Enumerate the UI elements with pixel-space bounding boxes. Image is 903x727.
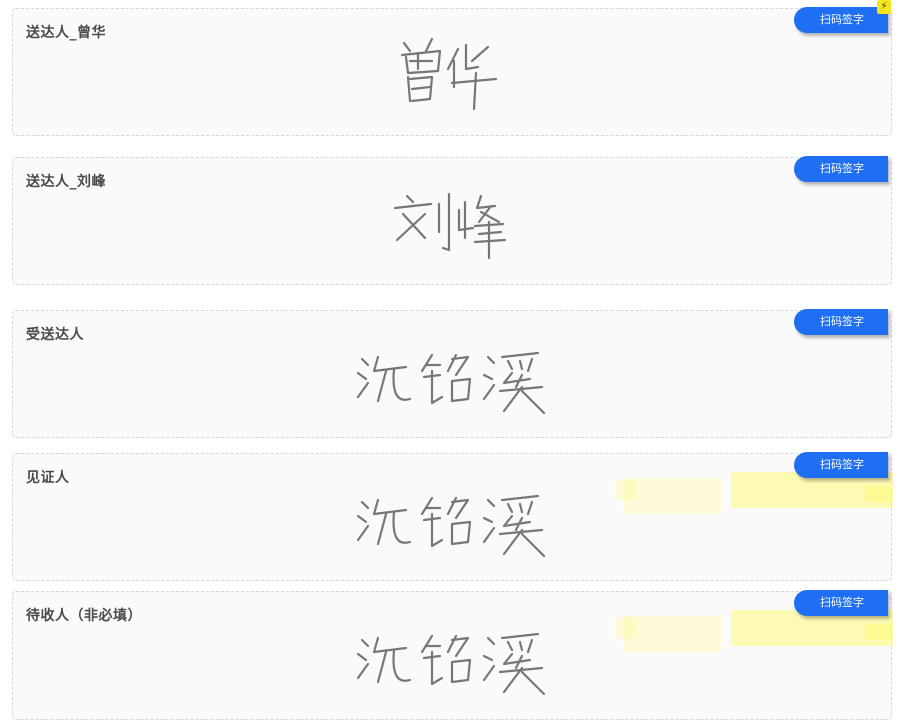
highlight-mark — [623, 616, 721, 652]
handwritten-signature — [392, 31, 512, 111]
scan-sign-button[interactable]: 扫码签字 — [794, 7, 888, 33]
handwritten-signature — [387, 186, 517, 266]
signature-card-courier-zeng-hua: 送达人_曾华 扫码签字 ⚡ — [12, 0, 892, 136]
highlight-mark — [865, 486, 891, 502]
handwritten-signature — [352, 341, 552, 421]
signature-card-witness: 见证人 扫码签字 — [12, 452, 893, 581]
card-label: 受送达人 — [26, 327, 84, 343]
card-label: 待收人（非必填） — [26, 608, 142, 624]
scan-sign-button[interactable]: 扫码签字 — [794, 590, 888, 616]
highlight-mark — [623, 478, 721, 514]
handwritten-signature — [352, 622, 552, 702]
scan-sign-button[interactable]: 扫码签字 — [794, 452, 888, 478]
card-label: 送达人_曾华 — [26, 25, 106, 41]
signature-page: 送达人_曾华 扫码签字 ⚡ 送达人_刘峰 扫码签字 受送达人 扫码签字 见证人 … — [0, 0, 903, 727]
signature-card-recipient: 受送达人 扫码签字 — [12, 309, 892, 438]
handwritten-signature — [352, 484, 552, 564]
card-label: 送达人_刘峰 — [26, 174, 106, 190]
scan-sign-button[interactable]: 扫码签字 — [794, 156, 888, 182]
scan-sign-button[interactable]: 扫码签字 — [794, 309, 888, 335]
card-label: 见证人 — [26, 470, 70, 486]
signature-card-pending-recipient: 待收人（非必填） 扫码签字 — [12, 590, 893, 720]
signature-card-courier-liu-feng: 送达人_刘峰 扫码签字 — [12, 156, 892, 285]
lightning-bolt-icon: ⚡ — [877, 0, 891, 14]
highlight-mark — [865, 624, 891, 640]
